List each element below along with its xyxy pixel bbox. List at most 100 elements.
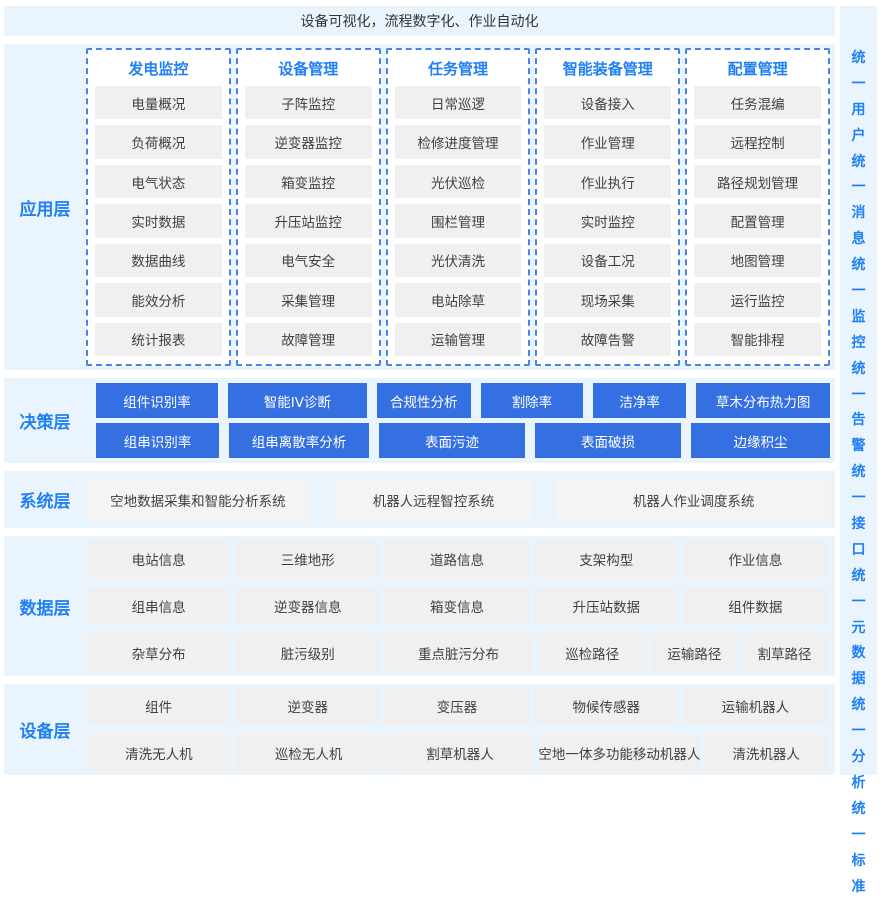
data-item: 割草路径 [741,634,828,672]
device-item: 逆变器 [235,687,380,725]
data-item: 巡检路径 [537,634,648,672]
data-item: 脏污级别 [235,634,380,672]
rail-label-unified-alarm: 统一告警 [851,357,867,461]
rail-label-unified-interface: 统一接口 [851,460,867,564]
data-item: 组件数据 [683,587,828,625]
app-column-task-management: 任务管理 日常巡逻 检修进度管理 光伏巡检 围栏管理 光伏清洗 电站除草 运输管… [386,48,531,366]
rail-label-unified-user: 统一用户 [851,46,867,150]
app-column-power-generation-monitoring: 发电监控 电量概况 负荷概况 电气状态 实时数据 数据曲线 能效分析 统计报表 [86,48,231,366]
data-rows: 电站信息 三维地形 道路信息 支架构型 作业信息 组串信息 逆变器信息 箱变信息… [86,536,835,676]
module-cell: 光伏巡检 [395,165,522,198]
module-cell: 设备接入 [544,86,671,119]
diagram-main-column: 设备可视化，流程数字化、作业自动化 应用层 发电监控 电量概况 负荷概况 电气状… [4,6,835,775]
module-cell: 升压站监控 [245,204,372,237]
banner-text: 设备可视化，流程数字化、作业自动化 [301,11,539,31]
app-column-equipment-management: 设备管理 子阵监控 逆变器监控 箱变监控 升压站监控 电气安全 采集管理 故障管… [236,48,381,366]
metric-chip: 智能IV诊断 [228,383,367,418]
decision-row-2: 组串识别率 组串离散率分析 表面污迹 表面破损 边缘积尘 [96,423,830,458]
module-cell: 路径规划管理 [694,165,821,198]
metric-chip: 组串离散率分析 [229,423,369,458]
module-cell: 智能排程 [694,323,821,356]
module-cell: 电站除草 [395,283,522,316]
device-item: 割草机器人 [386,734,535,772]
module-cell: 检修进度管理 [395,125,522,158]
layer-label-decision: 决策层 [4,378,86,463]
module-cell: 作业管理 [544,125,671,158]
device-item: 清洗机器人 [704,734,828,772]
module-cell: 现场采集 [544,283,671,316]
data-row-1: 电站信息 三维地形 道路信息 支架构型 作业信息 [86,540,828,578]
metric-chip: 表面破损 [535,423,681,458]
module-cell: 运行监控 [694,283,821,316]
metric-chip: 组件识别率 [96,383,218,418]
device-row-2: 清洗无人机 巡检无人机 割草机器人 空地一体多功能移动机器人 清洗机器人 [86,734,828,772]
data-item: 箱变信息 [384,587,529,625]
device-rows: 组件 逆变器 变压器 物候传感器 运输机器人 清洗无人机 巡检无人机 割草机器人… [86,684,835,775]
data-item: 逆变器信息 [235,587,380,625]
app-column-configuration-management: 配置管理 任务混编 远程控制 路径规划管理 配置管理 地图管理 运行监控 智能排… [685,48,830,366]
column-title: 智能装备管理 [544,56,671,80]
module-cell: 光伏清洗 [395,244,522,277]
data-item: 电站信息 [86,540,231,578]
module-cell: 统计报表 [95,323,222,356]
module-cell: 任务混编 [694,86,821,119]
rail-label-unified-analysis: 统一分析 [851,693,867,797]
layer-system: 系统层 空地数据采集和智能分析系统 机器人远程智控系统 机器人作业调度系统 [4,471,835,528]
layer-label-device: 设备层 [4,684,86,775]
metric-chip: 割除率 [481,383,583,418]
column-title: 任务管理 [395,56,522,80]
metric-chip: 草木分布热力图 [696,383,830,418]
column-title: 发电监控 [95,56,222,80]
top-banner: 设备可视化，流程数字化、作业自动化 [4,6,835,36]
layer-label-system: 系统层 [4,471,86,528]
column-title: 配置管理 [694,56,821,80]
rail-label-unified-standard: 统一标准 [851,797,867,900]
module-cell: 箱变监控 [245,165,372,198]
layer-device: 设备层 组件 逆变器 变压器 物候传感器 运输机器人 清洗无人机 巡检无人机 割… [4,684,835,775]
layer-data: 数据层 电站信息 三维地形 道路信息 支架构型 作业信息 组串信息 逆变器信息 … [4,536,835,676]
rail-label-unified-monitoring: 统一监控 [851,253,867,357]
data-row-2: 组串信息 逆变器信息 箱变信息 升压站数据 组件数据 [86,587,828,625]
data-item: 杂草分布 [86,634,231,672]
module-cell: 故障告警 [544,323,671,356]
metric-chip: 表面污迹 [379,423,525,458]
module-cell: 设备工况 [544,244,671,277]
data-item: 三维地形 [235,540,380,578]
module-cell: 故障管理 [245,323,372,356]
module-cell: 电气状态 [95,165,222,198]
decision-row-1: 组件识别率 智能IV诊断 合规性分析 割除率 洁净率 草木分布热力图 [96,383,830,418]
device-item: 物候传感器 [534,687,679,725]
module-cell: 电量概况 [95,86,222,119]
data-item: 升压站数据 [534,587,679,625]
metric-chip: 组串识别率 [96,423,219,458]
system-items: 空地数据采集和智能分析系统 机器人远程智控系统 机器人作业调度系统 [86,471,835,528]
module-cell: 能效分析 [95,283,222,316]
decision-rows: 组件识别率 智能IV诊断 合规性分析 割除率 洁净率 草木分布热力图 组串识别率… [86,378,835,463]
module-cell: 远程控制 [694,125,821,158]
module-cell: 作业执行 [544,165,671,198]
metric-chip: 洁净率 [593,383,686,418]
rail-label-unified-metadata: 统一元数据 [851,564,867,693]
module-cell: 负荷概况 [95,125,222,158]
layer-application: 应用层 发电监控 电量概况 负荷概况 电气状态 实时数据 数据曲线 能效分析 统… [4,44,835,370]
device-item: 组件 [86,687,231,725]
data-item: 组串信息 [86,587,231,625]
module-cell: 配置管理 [694,204,821,237]
device-item: 巡检无人机 [236,734,382,772]
device-item: 运输机器人 [683,687,828,725]
module-cell: 采集管理 [245,283,372,316]
module-cell: 实时监控 [544,204,671,237]
data-item: 支架构型 [534,540,679,578]
module-cell: 地图管理 [694,244,821,277]
data-item: 作业信息 [683,540,828,578]
data-item: 道路信息 [384,540,529,578]
system-item: 空地数据采集和智能分析系统 [86,480,310,520]
module-cell: 日常巡逻 [395,86,522,119]
data-item: 运输路径 [652,634,737,672]
architecture-diagram: 设备可视化，流程数字化、作业自动化 应用层 发电监控 电量概况 负荷概况 电气状… [0,0,880,779]
unified-services-rail: 统一用户 统一消息 统一监控 统一告警 统一接口 统一元数据 统一分析 统一标准 [840,6,877,775]
module-cell: 运输管理 [395,323,522,356]
app-column-smart-equipment-management: 智能装备管理 设备接入 作业管理 作业执行 实时监控 设备工况 现场采集 故障告… [535,48,680,366]
rail-label-unified-message: 统一消息 [851,150,867,254]
data-row-3: 杂草分布 脏污级别 重点脏污分布 巡检路径 运输路径 割草路径 [86,634,828,672]
